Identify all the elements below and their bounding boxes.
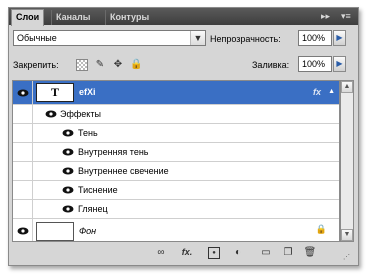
lock-all-icon[interactable]: 🔒 (130, 59, 142, 71)
layers-list: T efXi fx ▲ Эффекты Тень Внутренняя тень (12, 80, 340, 242)
effect-label: Внутреннее свечение (78, 166, 169, 176)
chevron-down-icon[interactable]: ▼ (190, 31, 205, 45)
new-layer-icon[interactable]: ❐ (281, 246, 295, 259)
expand-effects-icon[interactable]: ▲ (328, 88, 335, 95)
layer-name[interactable]: efXi (79, 87, 96, 97)
fx-badge: fx (312, 87, 321, 97)
layer-row-background[interactable]: Фон 🔒 (13, 219, 339, 241)
effect-row[interactable]: Глянец (13, 200, 339, 219)
tab-channels[interactable]: Каналы (51, 10, 94, 25)
lock-move-icon[interactable]: ✥ (112, 59, 124, 71)
lock-icon: 🔒 (315, 224, 327, 234)
tab-layers[interactable]: Слои (11, 9, 45, 26)
fill-label: Заливка: (252, 60, 290, 70)
lock-label: Закрепить: (13, 60, 59, 70)
menu-icon[interactable]: ▾≡ (341, 11, 351, 22)
effect-row[interactable]: Внутреннее свечение (13, 162, 339, 181)
effect-row[interactable]: Тень (13, 124, 339, 143)
scroll-down-button[interactable]: ▼ (341, 229, 353, 241)
visibility-toggle[interactable] (13, 81, 33, 104)
fill-field[interactable]: 100% (298, 56, 332, 72)
eye-icon (17, 89, 29, 97)
visibility-toggle[interactable] (13, 219, 33, 241)
effect-row[interactable]: Тиснение (13, 181, 339, 200)
lock-transparency-icon[interactable] (76, 59, 88, 71)
folder-icon[interactable]: ▭ (259, 246, 273, 259)
bottom-toolbar: ∞ fx. ● ◐ ▭ ❐ 🗑 ⋰ (9, 244, 358, 263)
effect-label: Внутренняя тень (78, 147, 149, 157)
layer-row-text[interactable]: T efXi fx ▲ (13, 81, 339, 105)
effect-label: Тиснение (78, 185, 118, 195)
double-arrow-icon[interactable]: ▸▸ (321, 11, 330, 22)
blend-mode-select[interactable]: Обычные ▼ (13, 30, 206, 46)
layer-thumbnail-background (36, 222, 74, 241)
eye-icon[interactable] (62, 167, 74, 175)
layers-panel: Слои Каналы Контуры ▸▸ ▾≡ Обычные ▼ Непр… (8, 7, 359, 266)
eye-icon[interactable] (62, 186, 74, 194)
opacity-slider-button[interactable]: ▶ (333, 30, 346, 46)
effect-label: Глянец (78, 204, 108, 214)
layer-name[interactable]: Фон (79, 226, 96, 236)
blend-mode-value: Обычные (17, 33, 57, 43)
effects-label: Эффекты (60, 109, 101, 119)
fill-slider-button[interactable]: ▶ (333, 56, 346, 72)
tab-bar: Слои Каналы Контуры ▸▸ ▾≡ (9, 8, 358, 26)
opacity-label: Непрозрачность: (210, 34, 281, 44)
effect-row[interactable]: Внутренняя тень (13, 143, 339, 162)
layer-thumbnail-text: T (36, 83, 74, 102)
lock-brush-icon[interactable]: ✎ (94, 59, 106, 71)
eye-icon[interactable] (62, 148, 74, 156)
opacity-field[interactable]: 100% (298, 30, 332, 46)
trash-icon[interactable]: 🗑 (303, 246, 317, 259)
effects-header-row: Эффекты (13, 105, 339, 124)
scroll-up-button[interactable]: ▲ (341, 81, 353, 93)
resize-grip-icon[interactable]: ⋰ (343, 253, 350, 261)
fx-icon[interactable]: fx. (180, 246, 194, 259)
mask-icon[interactable]: ● (208, 247, 220, 259)
link-icon[interactable]: ∞ (154, 246, 168, 259)
scrollbar[interactable]: ▲ ▼ (340, 80, 354, 242)
tab-paths[interactable]: Контуры (105, 10, 153, 25)
eye-icon[interactable] (62, 129, 74, 137)
eye-icon[interactable] (45, 110, 57, 118)
eye-icon (17, 227, 29, 235)
effect-label: Тень (78, 128, 98, 138)
eye-icon[interactable] (62, 205, 74, 213)
adjustment-icon[interactable]: ◐ (231, 246, 245, 259)
